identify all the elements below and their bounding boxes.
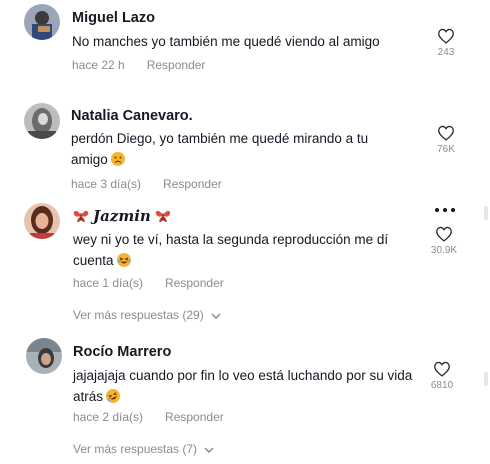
comment-meta: hace 1 día(s) Responder	[73, 276, 224, 290]
comment-meta: hace 22 h Responder	[72, 58, 205, 72]
like-count: 30.9K	[430, 245, 458, 256]
comment-item: Miguel Lazo No manches yo también me que…	[0, 0, 490, 90]
rofl-face-emoji	[103, 386, 123, 406]
comment-text: wey ni yo te ví, hasta la segunda reprod…	[73, 229, 418, 271]
avatar[interactable]	[24, 4, 60, 40]
comment-time: hace 22 h	[72, 58, 125, 72]
view-more-replies-label: Ver más respuestas (7)	[73, 442, 198, 456]
reply-button[interactable]: Responder	[163, 177, 222, 191]
view-more-replies-button[interactable]: Ver más respuestas (29)	[73, 308, 221, 322]
heart-icon	[436, 226, 452, 242]
butterfly-emoji	[155, 210, 171, 222]
comment-time: hace 1 día(s)	[73, 276, 144, 290]
comment-item: Rocío Marrero jajajajaja cuando por fin …	[0, 334, 490, 464]
comment-username[interactable]: Natalia Canevaro.	[71, 108, 193, 124]
comment-time: hace 2 día(s)	[73, 410, 144, 424]
comment-text-content: jajajajaja cuando por fin lo veo está lu…	[73, 368, 413, 404]
avatar[interactable]	[26, 338, 62, 374]
heart-icon	[434, 361, 450, 377]
comment-text: perdón Diego, yo también me quedé mirand…	[71, 128, 406, 170]
reply-button[interactable]: Responder	[147, 58, 206, 72]
like-button[interactable]: 243	[426, 28, 466, 58]
comment-meta: hace 2 día(s) Responder	[73, 410, 224, 424]
sad-face-emoji	[110, 152, 125, 166]
laughing-face-emoji	[116, 253, 131, 267]
comment-username[interactable]: Miguel Lazo	[72, 10, 155, 26]
butterfly-emoji	[73, 210, 89, 222]
like-count: 76K	[437, 144, 455, 155]
like-button[interactable]: 76K	[426, 125, 466, 155]
heart-icon	[438, 125, 454, 141]
view-more-replies-button[interactable]: Ver más respuestas (7)	[73, 442, 214, 456]
reply-button[interactable]: Responder	[165, 410, 224, 424]
like-count: 6810	[430, 380, 454, 391]
comment-item: Natalia Canevaro. perdón Diego, yo tambi…	[0, 95, 490, 195]
comment-username[interactable]: Jazmin	[73, 207, 171, 225]
reply-button[interactable]: Responder	[165, 276, 224, 290]
like-count: 243	[437, 47, 455, 58]
like-button[interactable]: 30.9K	[424, 226, 464, 256]
avatar[interactable]	[24, 103, 60, 139]
comment-item: Jazmin wey ni yo te ví, hasta la segunda…	[0, 200, 490, 330]
comment-text: jajajajaja cuando por fin lo veo está lu…	[73, 365, 418, 407]
comment-text: No manches yo también me quedé viendo al…	[72, 34, 380, 49]
heart-icon	[438, 28, 454, 44]
avatar[interactable]	[24, 203, 60, 239]
comment-username[interactable]: Rocío Marrero	[73, 344, 171, 360]
username-text: Jazmin	[93, 207, 151, 225]
view-more-replies-label: Ver más respuestas (29)	[73, 308, 204, 322]
comment-meta: hace 3 día(s) Responder	[71, 177, 222, 191]
chevron-down-icon	[211, 313, 221, 319]
comment-time: hace 3 día(s)	[71, 177, 142, 191]
chevron-down-icon	[204, 447, 214, 453]
like-button[interactable]: 6810	[422, 361, 462, 391]
